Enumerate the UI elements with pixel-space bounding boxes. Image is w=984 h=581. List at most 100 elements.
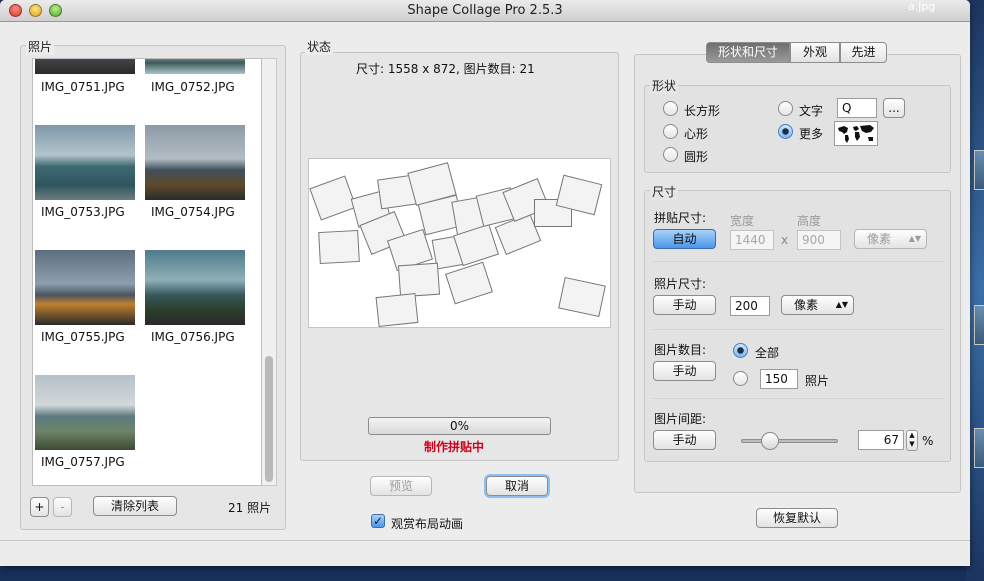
photo-size-input[interactable]: 200: [730, 296, 770, 316]
shape-more-radio[interactable]: [778, 124, 793, 139]
desktop-thumbnail: [974, 305, 984, 345]
photo-name: IMG_0752.JPG: [151, 80, 235, 94]
collage-info: 尺寸: 1558 x 872, 图片数目: 21: [356, 62, 535, 76]
desktop-thumbnail: [974, 428, 984, 468]
preview-button[interactable]: 预览: [370, 476, 432, 496]
shape-heart-label: 心形: [684, 127, 709, 141]
photo-thumbnail[interactable]: [35, 250, 135, 325]
desktop-thumbnail: [974, 150, 984, 190]
photo-name: IMG_0755.JPG: [41, 330, 125, 344]
minimize-window-button[interactable]: [29, 4, 42, 17]
photo-count-label: 21 照片: [228, 501, 272, 515]
title-bar: Shape Collage Pro 2.5.3: [0, 0, 970, 22]
photo-size-label: 照片尺寸:: [654, 277, 707, 291]
photo-thumbnail[interactable]: [35, 59, 135, 74]
background-window-title: a.jpg: [908, 0, 936, 13]
divider: [652, 398, 943, 399]
shape-rectangle-radio[interactable]: [663, 101, 678, 116]
preview-tile: [375, 292, 419, 327]
cancel-button[interactable]: 取消: [486, 476, 548, 496]
stepper-arrows-icon: ▲ ▼: [909, 431, 915, 448]
photo-list[interactable]: IMG_0751.JPG IMG_0752.JPG IMG_0753.JPG I…: [32, 58, 262, 486]
photo-name: IMG_0756.JPG: [151, 330, 235, 344]
photo-thumbnail[interactable]: [145, 59, 245, 74]
divider: [652, 261, 943, 262]
shape-more-label: 更多: [799, 127, 824, 141]
world-map-icon: [838, 125, 874, 143]
spacing-slider-knob[interactable]: [760, 432, 779, 450]
scrollbar-thumb[interactable]: [265, 356, 273, 482]
collage-size-auto-button[interactable]: 自动: [653, 229, 716, 249]
bottom-divider: [0, 540, 970, 541]
preview-tile: [397, 262, 441, 298]
photo-count-manual-button[interactable]: 手动: [653, 361, 716, 381]
close-window-button[interactable]: [9, 4, 22, 17]
times-sign: x: [781, 233, 789, 247]
shape-text-input[interactable]: Q: [837, 98, 877, 118]
photo-count-unit: 照片: [805, 374, 830, 388]
photo-name: IMG_0754.JPG: [151, 205, 235, 219]
spacing-stepper[interactable]: ▲ ▼: [906, 430, 918, 451]
watch-animation-checkbox[interactable]: ✓: [371, 514, 385, 528]
status-message: 制作拼贴中: [424, 440, 485, 454]
photos-group-label: 照片: [26, 38, 55, 55]
count-all-label: 全部: [755, 346, 780, 360]
photo-count-setting-label: 图片数目:: [654, 343, 707, 357]
shape-rectangle-label: 长方形: [684, 104, 721, 118]
tab-appearance[interactable]: 外观: [790, 42, 840, 63]
collage-preview: [308, 158, 611, 328]
add-photo-button[interactable]: +: [30, 497, 49, 517]
collage-width-input[interactable]: 1440: [730, 230, 774, 250]
tab-shape-and-size[interactable]: 形状和尺寸: [706, 42, 790, 63]
photo-thumbnail[interactable]: [35, 375, 135, 450]
shape-circle-label: 圆形: [684, 150, 709, 164]
photo-unit-select[interactable]: 像素 ▲▼: [781, 295, 854, 315]
app-window: Shape Collage Pro 2.5.3 照片 IMG_0751.JPG …: [0, 0, 970, 566]
remove-photo-button[interactable]: -: [53, 497, 72, 517]
shape-text-label: 文字: [799, 104, 824, 118]
photo-spacing-input[interactable]: 67: [858, 430, 904, 450]
photo-count-input[interactable]: 150: [760, 369, 798, 389]
collage-unit-value: 像素: [867, 232, 892, 246]
progress-bar: 0%: [368, 417, 551, 435]
tab-advanced[interactable]: 先进: [840, 42, 887, 63]
clear-list-button[interactable]: 清除列表: [93, 496, 177, 516]
select-arrows-icon: ▲▼: [835, 300, 848, 309]
restore-defaults-button[interactable]: 恢复默认: [756, 508, 838, 528]
photo-thumbnail[interactable]: [145, 250, 245, 325]
count-custom-radio[interactable]: [733, 371, 748, 386]
photo-unit-value: 像素: [794, 298, 819, 312]
world-map-shape-preview[interactable]: [834, 121, 878, 146]
photo-name: IMG_0751.JPG: [41, 80, 125, 94]
shape-text-radio[interactable]: [778, 101, 793, 116]
preview-tile: [445, 261, 493, 305]
photo-spacing-label: 图片间距:: [654, 412, 707, 426]
shape-text-options-button[interactable]: ...: [883, 98, 905, 118]
photo-name: IMG_0753.JPG: [41, 205, 125, 219]
divider: [652, 329, 943, 330]
photo-spacing-manual-button[interactable]: 手动: [653, 430, 716, 450]
count-all-radio[interactable]: [733, 343, 748, 358]
width-label: 宽度: [730, 214, 755, 228]
collage-size-label: 拼贴尺寸:: [654, 211, 707, 225]
select-arrows-icon: ▲▼: [908, 234, 921, 243]
shape-heart-radio[interactable]: [663, 124, 678, 139]
photo-name: IMG_0757.JPG: [41, 455, 125, 469]
shape-circle-radio[interactable]: [663, 147, 678, 162]
collage-height-input[interactable]: 900: [797, 230, 841, 250]
preview-tile: [558, 276, 606, 318]
watch-animation-label: 观赏布局动画: [391, 517, 464, 531]
status-group-label: 状态: [305, 38, 334, 55]
size-group-label: 尺寸: [650, 183, 679, 200]
spacing-unit: %: [922, 434, 934, 448]
photo-size-manual-button[interactable]: 手动: [653, 295, 716, 315]
window-title: Shape Collage Pro 2.5.3: [407, 3, 563, 18]
shape-group-label: 形状: [650, 77, 679, 94]
zoom-window-button[interactable]: [49, 4, 62, 17]
height-label: 高度: [797, 214, 822, 228]
photo-thumbnail[interactable]: [35, 125, 135, 200]
spacing-slider-track[interactable]: [741, 439, 838, 443]
preview-tile: [318, 229, 360, 265]
photo-thumbnail[interactable]: [145, 125, 245, 200]
collage-unit-select[interactable]: 像素 ▲▼: [854, 229, 927, 249]
